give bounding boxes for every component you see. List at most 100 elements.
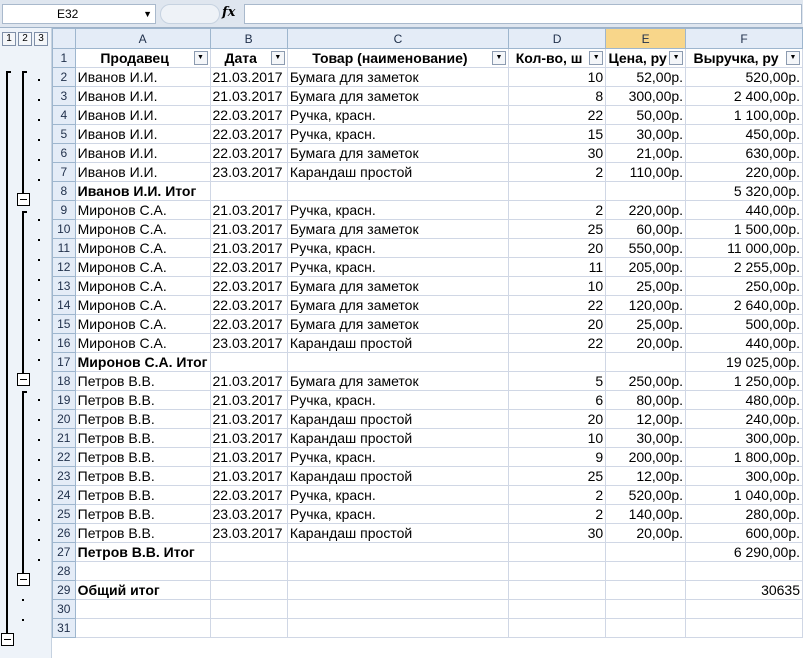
row-header[interactable]: 22	[52, 447, 76, 467]
cell-f[interactable]: 300,00р.	[685, 428, 803, 448]
cell-c[interactable]	[286, 542, 509, 562]
collapse-group-icon[interactable]	[17, 373, 30, 386]
cell-c[interactable]: Бумага для заметок	[286, 295, 509, 315]
column-header-a[interactable]: A	[74, 28, 211, 49]
cell-f[interactable]	[685, 618, 803, 638]
cell-e[interactable]: 550,00р.	[605, 238, 687, 258]
cell-c[interactable]: Бумага для заметок	[286, 67, 509, 87]
cell-c[interactable]	[286, 580, 509, 600]
cell-f[interactable]: 2 400,00р.	[685, 86, 803, 106]
cell-d[interactable]: 10	[507, 428, 607, 448]
cell-a[interactable]: Иванов И.И.	[74, 67, 211, 87]
row-header[interactable]: 15	[52, 314, 76, 334]
cell-e[interactable]	[605, 580, 687, 600]
cell-c[interactable]: Ручка, красн.	[286, 257, 509, 277]
cell-a[interactable]: Общий итог	[74, 580, 211, 600]
cell-a[interactable]: Иванов И.И.	[74, 143, 211, 163]
cell-a[interactable]: Иванов И.И. Итог	[74, 181, 211, 201]
cell-d[interactable]: 8	[507, 86, 607, 106]
cell-f[interactable]: 440,00р.	[685, 200, 803, 220]
cell-f[interactable]: 250,00р.	[685, 276, 803, 296]
cell-f[interactable]: 2 640,00р.	[685, 295, 803, 315]
cell-f[interactable]: 600,00р.	[685, 523, 803, 543]
cell-b[interactable]: 21.03.2017	[209, 219, 288, 239]
cell-b[interactable]: 22.03.2017	[209, 485, 288, 505]
cell-f[interactable]: 280,00р.	[685, 504, 803, 524]
cell-b[interactable]: 21.03.2017	[209, 428, 288, 448]
cell-b[interactable]	[209, 618, 288, 638]
cell-c[interactable]: Бумага для заметок	[286, 86, 509, 106]
cell-b[interactable]	[209, 542, 288, 562]
cell-d[interactable]: 15	[507, 124, 607, 144]
table-header-cell[interactable]: Выручка, ру ▼	[685, 48, 803, 68]
cell-a[interactable]	[74, 599, 211, 619]
cell-c[interactable]	[286, 599, 509, 619]
cell-e[interactable]	[605, 599, 687, 619]
cell-c[interactable]: Карандаш простой	[286, 523, 509, 543]
cell-b[interactable]: 23.03.2017	[209, 523, 288, 543]
cell-d[interactable]: 22	[507, 105, 607, 125]
cell-a[interactable]: Петров В.В.	[74, 466, 211, 486]
filter-dropdown-icon[interactable]: ▼	[270, 51, 285, 65]
cell-d[interactable]: 2	[507, 504, 607, 524]
cell-b[interactable]: 22.03.2017	[209, 124, 288, 144]
cell-e[interactable]: 220,00р.	[605, 200, 687, 220]
cell-a[interactable]: Миронов С.А.	[74, 314, 211, 334]
row-header[interactable]: 4	[52, 105, 76, 125]
cell-d[interactable]: 30	[507, 523, 607, 543]
cell-e[interactable]: 200,00р.	[605, 447, 687, 467]
row-header[interactable]: 7	[52, 162, 76, 182]
cell-d[interactable]: 10	[507, 276, 607, 296]
cell-c[interactable]: Бумага для заметок	[286, 314, 509, 334]
cell-e[interactable]: 20,00р.	[605, 523, 687, 543]
cell-f[interactable]: 1 040,00р.	[685, 485, 803, 505]
cell-a[interactable]: Петров В.В.	[74, 390, 211, 410]
cell-b[interactable]: 22.03.2017	[209, 295, 288, 315]
cell-c[interactable]: Ручка, красн.	[286, 105, 509, 125]
collapse-group-icon[interactable]	[17, 573, 30, 586]
cell-a[interactable]: Миронов С.А.	[74, 257, 211, 277]
table-header-cell[interactable]: Продавец ▼	[74, 48, 211, 68]
cell-d[interactable]: 2	[507, 485, 607, 505]
cell-a[interactable]: Миронов С.А.	[74, 219, 211, 239]
cell-c[interactable]: Бумага для заметок	[286, 276, 509, 296]
cell-d[interactable]: 20	[507, 314, 607, 334]
row-header[interactable]: 1	[52, 48, 76, 68]
formula-bar-splitter[interactable]	[160, 4, 220, 24]
cell-e[interactable]	[605, 618, 687, 638]
cell-e[interactable]: 60,00р.	[605, 219, 687, 239]
cell-a[interactable]: Петров В.В.	[74, 371, 211, 391]
cell-b[interactable]: 21.03.2017	[209, 466, 288, 486]
cell-f[interactable]	[685, 561, 803, 581]
cell-e[interactable]: 520,00р.	[605, 485, 687, 505]
cell-e[interactable]: 30,00р.	[605, 124, 687, 144]
cell-c[interactable]: Ручка, красн.	[286, 200, 509, 220]
cell-e[interactable]	[605, 561, 687, 581]
cell-c[interactable]: Карандаш простой	[286, 162, 509, 182]
cell-f[interactable]: 480,00р.	[685, 390, 803, 410]
cell-d[interactable]	[507, 618, 607, 638]
name-box[interactable]: E32 ▼	[2, 4, 156, 24]
cell-a[interactable]: Миронов С.А.	[74, 333, 211, 353]
cell-c[interactable]: Бумага для заметок	[286, 371, 509, 391]
cell-a[interactable]: Иванов И.И.	[74, 124, 211, 144]
cell-c[interactable]: Карандаш простой	[286, 428, 509, 448]
cell-d[interactable]: 22	[507, 295, 607, 315]
outline-level-3-button[interactable]: 3	[34, 32, 48, 46]
cell-e[interactable]: 250,00р.	[605, 371, 687, 391]
cell-d[interactable]: 10	[507, 67, 607, 87]
cell-c[interactable]	[286, 181, 509, 201]
row-header[interactable]: 12	[52, 257, 76, 277]
cell-e[interactable]: 52,00р.	[605, 67, 687, 87]
cell-e[interactable]: 30,00р.	[605, 428, 687, 448]
cell-c[interactable]: Ручка, красн.	[286, 447, 509, 467]
cell-a[interactable]: Миронов С.А.	[74, 238, 211, 258]
cell-e[interactable]	[605, 352, 687, 372]
row-header[interactable]: 5	[52, 124, 76, 144]
column-header-b[interactable]: B	[209, 28, 288, 49]
filter-dropdown-icon[interactable]: ▼	[786, 51, 800, 65]
cell-b[interactable]: 22.03.2017	[209, 257, 288, 277]
row-header[interactable]: 6	[52, 143, 76, 163]
table-header-cell[interactable]: Дата ▼	[209, 48, 288, 68]
insert-function-icon[interactable]: fx	[222, 5, 235, 20]
